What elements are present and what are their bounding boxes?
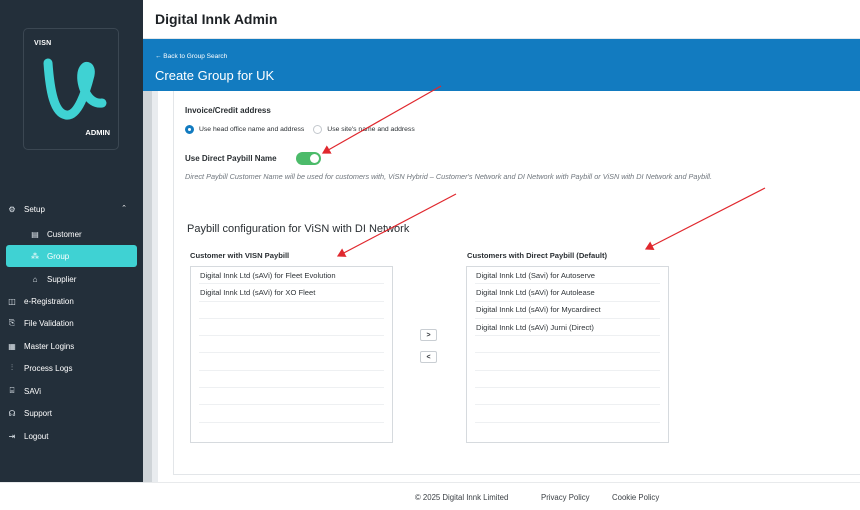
- empty-list-row: [475, 371, 660, 389]
- toggle-knob: [310, 154, 319, 163]
- invoice-address-label: Invoice/Credit address: [185, 106, 271, 115]
- sidebar-item-label: Group: [47, 251, 70, 261]
- logo-top-text: VISN: [34, 40, 52, 47]
- sidebar-item-label: SAVi: [24, 386, 42, 396]
- v-logo-icon: [43, 58, 107, 120]
- logo-bottom-text: ADMIN: [85, 128, 110, 137]
- grid-icon: ▦: [8, 341, 16, 351]
- sidebar-item-group[interactable]: ⁂ Group: [6, 245, 137, 267]
- sidebar-item-setup[interactable]: ⚙ Setup ⌃: [0, 198, 143, 220]
- sidebar-item-customer[interactable]: ▤ Customer: [0, 223, 143, 245]
- empty-list-row: [199, 371, 384, 389]
- empty-list-row: [199, 302, 384, 319]
- sidebar-item-label: Process Logs: [24, 363, 73, 373]
- sidebar: VISN ADMIN ⚙ Setup ⌃ ▤ Customer ⁂ Group …: [0, 0, 143, 482]
- app-title: Digital Innk Admin: [155, 11, 278, 27]
- logout-icon: ⇥: [8, 431, 16, 441]
- sidebar-item-support[interactable]: ☊ Support: [0, 402, 143, 424]
- copyright-text: © 2025 Digital Innk Limited: [415, 493, 509, 502]
- list-item[interactable]: Digital Innk Ltd (Savi) for Autoserve: [475, 267, 660, 285]
- sidebar-item-supplier[interactable]: ⌂ Supplier: [0, 268, 143, 290]
- empty-list-row: [199, 388, 384, 406]
- invoice-address-radio-group: Use head office name and address Use sit…: [185, 123, 424, 135]
- list-item[interactable]: Digital Innk Ltd (sAVi) for Fleet Evolut…: [199, 267, 384, 285]
- direct-paybill-listbox[interactable]: Digital Innk Ltd (Savi) for Autoserve Di…: [466, 266, 669, 443]
- top-bar: Digital Innk Admin: [143, 0, 860, 39]
- direct-paybill-toggle[interactable]: [296, 152, 321, 165]
- sidebar-item-savi[interactable]: ⌸ SAVi: [0, 380, 143, 402]
- sidebar-item-label: Supplier: [47, 274, 77, 284]
- bank-icon: ⌸: [9, 386, 15, 395]
- list-item[interactable]: Digital Innk Ltd (sAVi) for Mycardirect: [475, 302, 660, 319]
- sidebar-item-label: e-Registration: [24, 296, 74, 306]
- direct-paybill-label: Use Direct Paybill Name: [185, 154, 277, 163]
- chevron-up-icon: ⌃: [121, 205, 127, 212]
- sidebar-item-process-logs[interactable]: ⫶ Process Logs: [0, 357, 143, 379]
- empty-list-row: [199, 319, 384, 337]
- cookie-policy-link[interactable]: Cookie Policy: [612, 493, 659, 502]
- document-icon: ▤: [31, 229, 39, 239]
- visn-paybill-listbox[interactable]: Digital Innk Ltd (sAVi) for Fleet Evolut…: [190, 266, 393, 443]
- file-check-icon: ⎘: [8, 318, 16, 327]
- visn-paybill-list-title: Customer with VISN Paybill: [190, 251, 290, 260]
- bar-chart-icon: ⫶: [11, 363, 13, 372]
- sidebar-item-label: Logout: [24, 431, 49, 441]
- sidebar-item-label: Customer: [47, 229, 82, 239]
- empty-list-row: [475, 388, 660, 406]
- group-icon: ⁂: [31, 251, 39, 261]
- logo[interactable]: VISN ADMIN: [23, 28, 119, 150]
- list-item[interactable]: Digital Innk Ltd (sAVi) Jurni (Direct): [475, 319, 660, 337]
- empty-list-row: [475, 336, 660, 354]
- list-item[interactable]: Digital Innk Ltd (sAVi) for XO Fleet: [199, 284, 384, 302]
- move-left-button[interactable]: <: [420, 351, 437, 363]
- sidebar-item-e-registration[interactable]: ◫ e-Registration: [0, 290, 143, 312]
- direct-paybill-help-text: Direct Paybill Customer Name will be use…: [185, 172, 713, 181]
- scrollbar-thumb[interactable]: [152, 91, 158, 482]
- sidebar-item-label: Master Logins: [24, 341, 75, 351]
- empty-list-row: [199, 405, 384, 423]
- direct-paybill-list-title: Customers with Direct Paybill (Default): [467, 251, 608, 260]
- page-title: Create Group for UK: [155, 68, 275, 83]
- empty-list-row: [199, 353, 384, 371]
- back-to-group-search-link[interactable]: ← Back to Group Search: [155, 53, 227, 60]
- sidebar-item-master-logins[interactable]: ▦ Master Logins: [0, 335, 143, 357]
- radio-site-address[interactable]: [313, 124, 323, 134]
- sidebar-item-label: Support: [24, 408, 53, 418]
- radio-head-office[interactable]: [185, 124, 194, 134]
- clipboard-icon: ◫: [8, 296, 16, 306]
- paybill-section-title: Paybill configuration for ViSN with DI N…: [187, 223, 410, 235]
- list-item[interactable]: Digital Innk Ltd (sAVi) for Autolease: [475, 284, 660, 302]
- move-right-button[interactable]: >: [420, 329, 437, 341]
- gear-icon: ⚙: [8, 204, 16, 214]
- page-header: ← Back to Group Search Create Group for …: [143, 39, 860, 91]
- empty-list-row: [475, 353, 660, 371]
- sidebar-item-logout[interactable]: ⇥ Logout: [0, 425, 143, 447]
- sidebar-item-label: File Validation: [24, 318, 74, 328]
- privacy-policy-link[interactable]: Privacy Policy: [541, 493, 590, 502]
- empty-list-row: [199, 336, 384, 354]
- footer: © 2025 Digital Innk Limited Privacy Poli…: [0, 482, 860, 510]
- sidebar-item-label: Setup: [24, 204, 45, 214]
- store-icon: ⌂: [32, 274, 38, 284]
- radio-head-office-label[interactable]: Use head office name and address: [199, 126, 304, 133]
- app-root: VISN ADMIN ⚙ Setup ⌃ ▤ Customer ⁂ Group …: [0, 0, 860, 510]
- empty-list-row: [475, 405, 660, 423]
- sidebar-item-file-validation[interactable]: ⎘ File Validation: [0, 312, 143, 334]
- headset-icon: ☊: [8, 408, 16, 418]
- radio-site-address-label[interactable]: Use site's name and address: [327, 126, 414, 133]
